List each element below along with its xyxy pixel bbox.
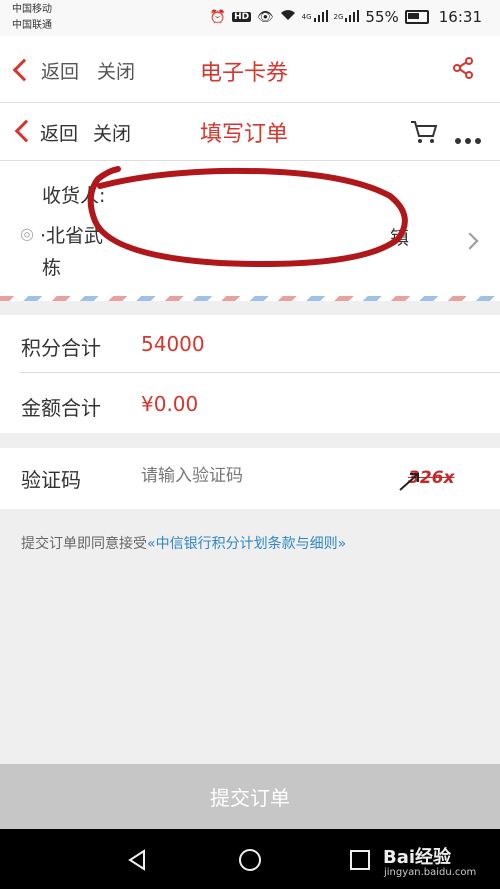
carrier-1: 中国移动 [12,4,52,15]
baidu-site: jingyan.baidu.com [384,867,477,878]
verification-row: 验证码 326x [0,448,500,509]
inner-back-link[interactable]: 返回 [40,119,78,146]
inner-header: 返回 关闭 填写订单 [0,103,500,161]
home-nav-icon[interactable] [238,848,262,876]
battery-percent: 55% [365,8,399,26]
wifi-icon [280,9,296,25]
annotation-ellipse [87,166,408,267]
inner-close-link[interactable]: 关闭 [93,119,131,146]
verification-label: 验证码 [21,468,81,492]
cart-icon[interactable] [410,120,438,148]
battery-icon [404,10,429,24]
location-pin-icon: ◎ [20,224,34,243]
signal-icon-2 [345,8,360,26]
status-indicators: ⏰ HD 👁 4G 2G 55% 16:31 [210,8,482,26]
carrier-2: 中国联通 [12,20,52,31]
outer-header: 返回 关闭 电子卡券 [0,36,500,103]
address-card[interactable]: 收货人: ◎ ·北省武 镇 栋 [0,161,500,301]
back-link[interactable]: 返回 [41,57,79,84]
terms-prefix: 提交订单即同意接受 [21,536,147,552]
terms-text: 提交订单即同意接受«中信银行积分计划条款与细则» [21,533,346,553]
signal-icon-1 [313,8,328,26]
eye-icon: 👁 [257,9,274,25]
net-label-1: 4G [301,13,312,21]
alarm-icon: ⏰ [209,9,227,25]
chevron-right-icon [461,232,479,250]
amount-label: 金额合计 [21,396,101,420]
clock: 16:31 [438,8,482,26]
back-nav-icon[interactable] [126,849,148,875]
amount-value: ¥0.00 [141,392,199,416]
order-title: 填写订单 [200,122,289,147]
arrow-annotation-icon [399,473,419,491]
hd-badge: HD [232,12,252,22]
share-icon[interactable] [452,57,474,83]
baidu-logo: Bai经验 [383,847,452,868]
divider [20,372,500,373]
back-chevron-icon[interactable] [12,58,36,82]
net-label-2: 2G [333,13,344,21]
submit-order-button[interactable]: 提交订单 [0,764,500,829]
verification-input[interactable] [141,466,371,486]
close-link[interactable]: 关闭 [97,57,135,84]
points-value: 54000 [141,332,205,356]
android-nav-bar: Bai经验 jingyan.baidu.com [0,829,500,889]
page-title: 电子卡券 [200,61,289,86]
points-label: 积分合计 [21,336,101,360]
address-line-2: 栋 [42,257,62,279]
inner-back-chevron-icon[interactable] [14,119,38,143]
totals-section: 积分合计 54000 金额合计 ¥0.00 [0,315,500,433]
status-bar: 中国移动 中国联通 ⏰ HD 👁 4G 2G 55% 16:31 [0,0,500,36]
more-icon[interactable] [455,129,481,148]
terms-link[interactable]: «中信银行积分计划条款与细则» [147,536,346,552]
airmail-border [0,296,500,301]
recents-nav-icon[interactable] [350,850,370,874]
